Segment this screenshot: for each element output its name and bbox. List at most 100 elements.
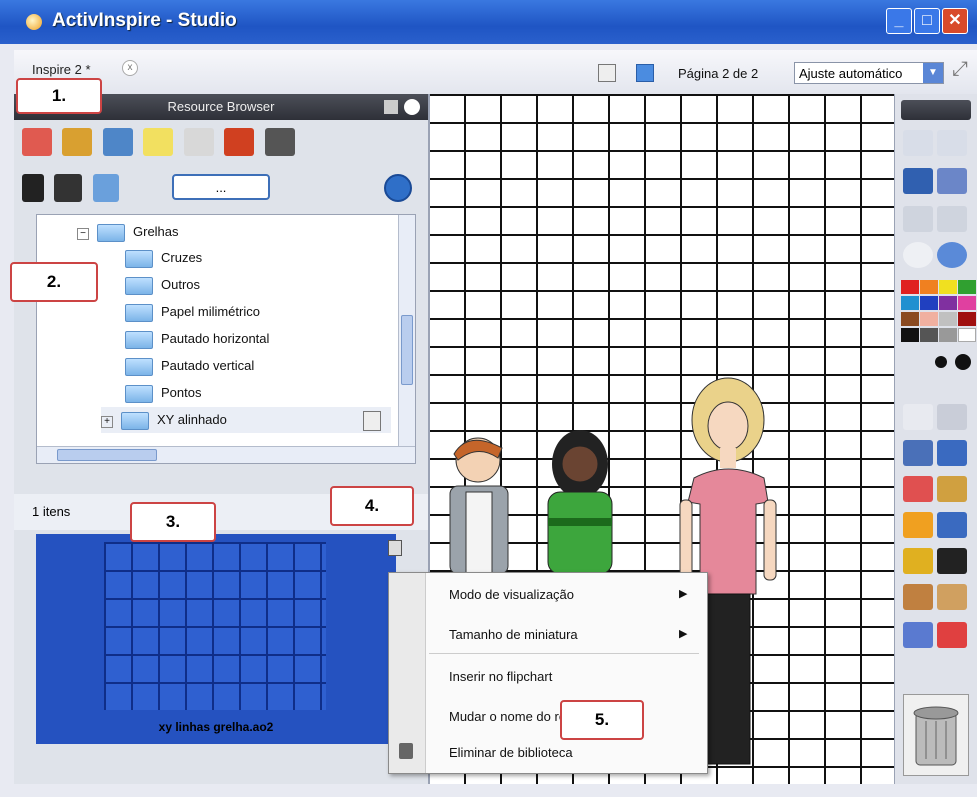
- color-swatch[interactable]: [901, 312, 919, 326]
- tree-item-papel-milimetrico[interactable]: Papel milimétrico: [125, 299, 260, 325]
- pointer-icon[interactable]: [224, 128, 255, 156]
- tree-item-cruzes[interactable]: Cruzes: [125, 245, 202, 271]
- zoom-select[interactable]: Ajuste automático ▼: [794, 62, 944, 84]
- callout-4: 4.: [330, 486, 414, 526]
- notes-icon[interactable]: [143, 128, 174, 156]
- color-swatch[interactable]: [958, 312, 976, 326]
- submenu-arrow-icon: ▶: [679, 588, 688, 600]
- color-swatch[interactable]: [920, 296, 938, 310]
- tree-item-outros[interactable]: Outros: [125, 272, 200, 298]
- document-icon[interactable]: [183, 128, 214, 156]
- lock-icon[interactable]: [903, 622, 933, 648]
- tree-item-pautado-horizontal[interactable]: Pautado horizontal: [125, 326, 269, 352]
- tree-item-pontos[interactable]: Pontos: [125, 380, 201, 406]
- page-view-icon[interactable]: [598, 64, 616, 82]
- tree-item-grelhas[interactable]: − Grelhas: [77, 219, 179, 245]
- link-icon[interactable]: [264, 128, 295, 156]
- reset-icon[interactable]: [903, 242, 933, 268]
- main-menu-icon[interactable]: [903, 130, 933, 156]
- highlighter-icon[interactable]: [937, 440, 967, 466]
- pen-tool-icon[interactable]: [903, 440, 933, 466]
- grid-thumbnail[interactable]: [104, 542, 326, 710]
- window-title: ActivInspire - Studio: [52, 10, 237, 31]
- text-tool-icon[interactable]: [937, 548, 967, 574]
- tree-vertical-scrollbar[interactable]: [398, 215, 415, 463]
- scroll-thumb[interactable]: [401, 315, 413, 385]
- browse-button[interactable]: ...: [172, 174, 270, 200]
- select-tool-icon[interactable]: [903, 404, 933, 430]
- color-swatch[interactable]: [939, 296, 957, 310]
- trash-bin-icon[interactable]: [903, 694, 969, 776]
- magic-ink-icon[interactable]: [903, 584, 933, 610]
- tree-item-xy-alinhado[interactable]: + XY alinhado: [101, 407, 391, 433]
- resource-preview[interactable]: xy linhas grelha.ao2: [36, 534, 402, 744]
- shape-icon[interactable]: [903, 512, 933, 538]
- tree-item-pautado-vertical[interactable]: Pautado vertical: [125, 353, 254, 379]
- panel-close-icon[interactable]: [404, 99, 420, 115]
- item-count: 1 itens: [32, 504, 71, 519]
- resource-menu-icon[interactable]: [388, 540, 402, 556]
- group-users-icon[interactable]: [54, 174, 83, 202]
- color-swatch[interactable]: [901, 296, 919, 310]
- undo-icon[interactable]: [937, 622, 967, 648]
- color-swatch[interactable]: [920, 280, 938, 294]
- tree-item-label: Papel milimétrico: [161, 304, 260, 319]
- expand-toggle-icon[interactable]: +: [101, 416, 113, 428]
- fullscreen-icon[interactable]: ⤢: [952, 58, 968, 81]
- app-logo-icon: [26, 14, 42, 30]
- search-icon[interactable]: [384, 174, 412, 202]
- tab-close-button[interactable]: x: [122, 60, 138, 76]
- fill-icon[interactable]: [937, 476, 967, 502]
- menu-item-delete-from-library[interactable]: Eliminar de biblioteca: [449, 745, 573, 760]
- connector-icon[interactable]: [937, 512, 967, 538]
- image-tool-icon[interactable]: [903, 548, 933, 574]
- color-swatch[interactable]: [920, 328, 938, 342]
- pen-width-icon[interactable]: [935, 356, 947, 368]
- folder-icon: [121, 411, 149, 430]
- item-menu-icon[interactable]: [363, 411, 381, 431]
- minimize-button[interactable]: _: [886, 8, 912, 34]
- my-resources-icon[interactable]: [22, 128, 52, 156]
- tree-item-label: XY alinhado: [157, 412, 227, 427]
- color-swatch[interactable]: [901, 280, 919, 294]
- eraser-icon[interactable]: [903, 476, 933, 502]
- next-page-icon[interactable]: [937, 206, 967, 232]
- zoom-tool-icon[interactable]: [937, 168, 967, 194]
- user-icon-row: [22, 174, 125, 204]
- menu-item-view-mode[interactable]: Modo de visualização ▶: [449, 587, 689, 602]
- page-sorter-icon[interactable]: [636, 64, 654, 82]
- color-swatch[interactable]: [920, 312, 938, 326]
- title-bar: ActivInspire - Studio _ □ ✕: [0, 0, 977, 44]
- color-swatch[interactable]: [939, 280, 957, 294]
- folder-upload-icon[interactable]: [92, 174, 119, 202]
- close-button[interactable]: ✕: [942, 8, 968, 34]
- browser-icon[interactable]: [903, 168, 933, 194]
- tree-item-label: Pontos: [161, 385, 202, 400]
- color-swatch[interactable]: [939, 328, 957, 342]
- shared-collections-icon[interactable]: [102, 128, 133, 156]
- color-swatch[interactable]: [958, 280, 976, 294]
- chevron-down-icon[interactable]: ▼: [923, 63, 943, 83]
- pen-width-icon[interactable]: [955, 354, 971, 370]
- folder-icon: [97, 223, 125, 242]
- clear-icon[interactable]: [937, 584, 967, 610]
- color-swatch[interactable]: [958, 328, 976, 342]
- pen-icon[interactable]: [937, 242, 967, 268]
- color-swatch[interactable]: [901, 328, 919, 342]
- scroll-thumb[interactable]: [57, 449, 157, 461]
- panel-menu-icon[interactable]: [384, 100, 398, 114]
- profile-icon[interactable]: [937, 130, 967, 156]
- flipchart-tab[interactable]: Inspire 2 *: [32, 62, 91, 77]
- single-user-icon[interactable]: [22, 174, 44, 202]
- previous-page-icon[interactable]: [903, 206, 933, 232]
- menu-item-insert-flipchart[interactable]: Inserir no flipchart: [449, 669, 552, 684]
- color-swatch[interactable]: [958, 296, 976, 310]
- color-swatch[interactable]: [939, 312, 957, 326]
- maximize-button[interactable]: □: [914, 8, 940, 34]
- tree-horizontal-scrollbar[interactable]: [37, 446, 415, 463]
- collapse-toggle-icon[interactable]: −: [77, 228, 89, 240]
- shared-resources-icon[interactable]: [62, 128, 93, 156]
- tools-icon[interactable]: [937, 404, 967, 430]
- tree-item-label: Cruzes: [161, 250, 203, 265]
- menu-item-thumbnail-size[interactable]: Tamanho de miniatura ▶: [449, 627, 689, 642]
